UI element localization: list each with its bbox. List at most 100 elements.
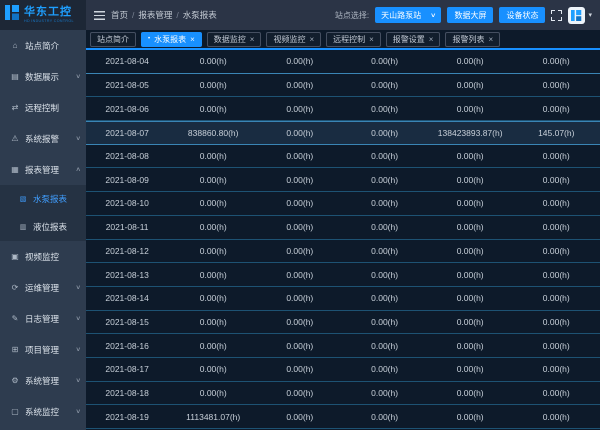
table-row[interactable]: 2021-08-07838860.80(h)0.00(h)0.00(h)1384…: [86, 121, 600, 145]
site-select-dropdown[interactable]: 天山路泵站 ∨: [375, 7, 441, 23]
sidebar-item-report-mgmt[interactable]: ▦报表管理∧: [0, 154, 86, 185]
logo-title: 华东工控: [24, 7, 79, 18]
table-row[interactable]: 2021-08-170.00(h)0.00(h)0.00(h)0.00(h)0.…: [86, 358, 600, 382]
row-value-3: 0.00(h): [341, 317, 427, 327]
data-display-icon: ▤: [9, 72, 21, 81]
breadcrumb-item-0[interactable]: 首页: [111, 9, 128, 21]
table-row[interactable]: 2021-08-130.00(h)0.00(h)0.00(h)0.00(h)0.…: [86, 263, 600, 287]
data-screen-button[interactable]: 数据大屏: [447, 7, 493, 23]
sidebar-item-level-report[interactable]: ▥液位报表: [0, 213, 86, 241]
row-value-5: 0.00(h): [513, 56, 600, 66]
table-row[interactable]: 2021-08-050.00(h)0.00(h)0.00(h)0.00(h)0.…: [86, 74, 600, 98]
row-value-2: 0.00(h): [258, 317, 341, 327]
sidebar-item-label: 系统监控: [25, 406, 76, 418]
breadcrumb-item-1[interactable]: 报表管理: [138, 9, 172, 21]
collapse-menu-icon[interactable]: [94, 11, 105, 20]
tab-alarm-settings[interactable]: 报警设置×: [386, 32, 441, 47]
row-value-1: 0.00(h): [168, 198, 258, 208]
breadcrumb: 首页/报表管理/水泵报表: [111, 9, 217, 21]
sidebar-item-project-mgmt[interactable]: ⊞项目管理∨: [0, 334, 86, 365]
row-value-3: 0.00(h): [341, 293, 427, 303]
tab-pump-report[interactable]: •水泵报表×: [141, 32, 202, 47]
table-row[interactable]: 2021-08-180.00(h)0.00(h)0.00(h)0.00(h)0.…: [86, 382, 600, 406]
sidebar-item-label: 视频监控: [25, 251, 80, 263]
table-row[interactable]: 2021-08-100.00(h)0.00(h)0.00(h)0.00(h)0.…: [86, 192, 600, 216]
row-value-5: 0.00(h): [513, 388, 600, 398]
tab-video-monitor[interactable]: 视频监控×: [266, 32, 321, 47]
table-row[interactable]: 2021-08-090.00(h)0.00(h)0.00(h)0.00(h)0.…: [86, 168, 600, 192]
table-row[interactable]: 2021-08-140.00(h)0.00(h)0.00(h)0.00(h)0.…: [86, 287, 600, 311]
sidebar-item-label: 远程控制: [25, 102, 80, 114]
sidebar-item-log-mgmt[interactable]: ✎日志管理∨: [0, 303, 86, 334]
row-value-3: 0.00(h): [341, 128, 427, 138]
close-icon[interactable]: ×: [250, 35, 255, 44]
sidebar-item-label: 水泵报表: [33, 193, 80, 205]
tab-data-monitor[interactable]: 数据监控 ×: [207, 32, 262, 47]
sidebar-item-remote-control[interactable]: ⇄远程控制: [0, 92, 86, 123]
close-icon[interactable]: ×: [429, 35, 434, 44]
top-header: 首页/报表管理/水泵报表 站点选择: 天山路泵站 ∨ 数据大屏 设备状态 ▾: [86, 0, 600, 30]
sidebar-item-video-monitor[interactable]: ▣ 视频监控: [0, 241, 86, 272]
row-value-5: 0.00(h): [513, 246, 600, 256]
table-row[interactable]: 2021-08-080.00(h)0.00(h)0.00(h)0.00(h)0.…: [86, 145, 600, 169]
user-avatar[interactable]: ▾: [568, 7, 592, 24]
sidebar-item-ops-mgmt[interactable]: ⟳运维管理∨: [0, 272, 86, 303]
chevron-down-icon: ∨: [75, 315, 81, 322]
row-value-4: 0.00(h): [428, 364, 513, 374]
row-value-2: 0.00(h): [258, 80, 341, 90]
sidebar-item-label: 数据展示: [25, 71, 76, 83]
sidebar-item-label: 日志管理: [25, 313, 76, 325]
site-select-label: 站点选择:: [335, 10, 369, 21]
row-value-3: 0.00(h): [341, 175, 427, 185]
sidebar-item-data-display[interactable]: ▤数据展示∨: [0, 61, 86, 92]
row-date: 2021-08-10: [86, 198, 168, 208]
device-status-button[interactable]: 设备状态: [499, 7, 545, 23]
row-value-4: 0.00(h): [428, 246, 513, 256]
row-date: 2021-08-04: [86, 56, 168, 66]
row-value-1: 0.00(h): [168, 80, 258, 90]
fullscreen-icon[interactable]: [551, 10, 562, 21]
table-row[interactable]: 2021-08-110.00(h)0.00(h)0.00(h)0.00(h)0.…: [86, 216, 600, 240]
table-row[interactable]: 2021-08-060.00(h)0.00(h)0.00(h)0.00(h)0.…: [86, 97, 600, 121]
tab-bar: 站点简介•水泵报表×数据监控×视频监控×远程控制×报警设置×报警列表×: [86, 30, 600, 50]
row-date: 2021-08-05: [86, 80, 168, 90]
table-row[interactable]: 2021-08-160.00(h)0.00(h)0.00(h)0.00(h)0.…: [86, 334, 600, 358]
sidebar-item-pump-report[interactable]: ▧ 水泵报表: [0, 185, 86, 213]
row-value-2: 0.00(h): [258, 246, 341, 256]
close-icon[interactable]: ×: [190, 35, 195, 44]
sidebar-item-system-monitor[interactable]: ▢系统监控∨: [0, 396, 86, 427]
row-value-4: 138423893.87(h): [428, 128, 513, 138]
close-icon[interactable]: ×: [369, 35, 374, 44]
row-value-3: 0.00(h): [341, 104, 427, 114]
pump-report-icon: ▧: [17, 195, 29, 203]
gear-icon: ⚙: [9, 376, 21, 385]
sidebar-item-station-intro[interactable]: ⌂站点简介: [0, 30, 86, 61]
video-icon: ▣: [9, 252, 21, 261]
table-row[interactable]: 2021-08-150.00(h)0.00(h)0.00(h)0.00(h)0.…: [86, 311, 600, 335]
table-row[interactable]: 2021-08-191113481.07(h)0.00(h)0.00(h)0.0…: [86, 405, 600, 429]
row-value-4: 0.00(h): [428, 175, 513, 185]
tab-alarm-list[interactable]: 报警列表×: [445, 32, 500, 47]
tab-remote-control[interactable]: 远程控制×: [326, 32, 381, 47]
row-value-3: 0.00(h): [341, 222, 427, 232]
table-row[interactable]: 2021-08-040.00(h)0.00(h)0.00(h)0.00(h)0.…: [86, 50, 600, 74]
breadcrumb-item-2[interactable]: 水泵报表: [183, 9, 217, 21]
row-value-2: 0.00(h): [258, 341, 341, 351]
row-value-3: 0.00(h): [341, 246, 427, 256]
tab-station-intro[interactable]: 站点简介: [90, 32, 136, 47]
row-value-1: 0.00(h): [168, 151, 258, 161]
row-date: 2021-08-19: [86, 412, 168, 422]
row-date: 2021-08-12: [86, 246, 168, 256]
row-value-5: 0.00(h): [513, 80, 600, 90]
row-value-2: 0.00(h): [258, 151, 341, 161]
row-value-4: 0.00(h): [428, 341, 513, 351]
chevron-down-icon: ∨: [75, 284, 81, 291]
close-icon[interactable]: ×: [488, 35, 493, 44]
sidebar-item-system-mgmt[interactable]: ⚙系统管理∨: [0, 365, 86, 396]
active-dot-icon: •: [148, 36, 150, 42]
row-value-4: 0.00(h): [428, 293, 513, 303]
table-row[interactable]: 2021-08-120.00(h)0.00(h)0.00(h)0.00(h)0.…: [86, 240, 600, 264]
sidebar-item-system-alarm[interactable]: ⚠系统报警∨: [0, 123, 86, 154]
tab-label: 数据监控: [214, 34, 246, 45]
close-icon[interactable]: ×: [309, 35, 314, 44]
